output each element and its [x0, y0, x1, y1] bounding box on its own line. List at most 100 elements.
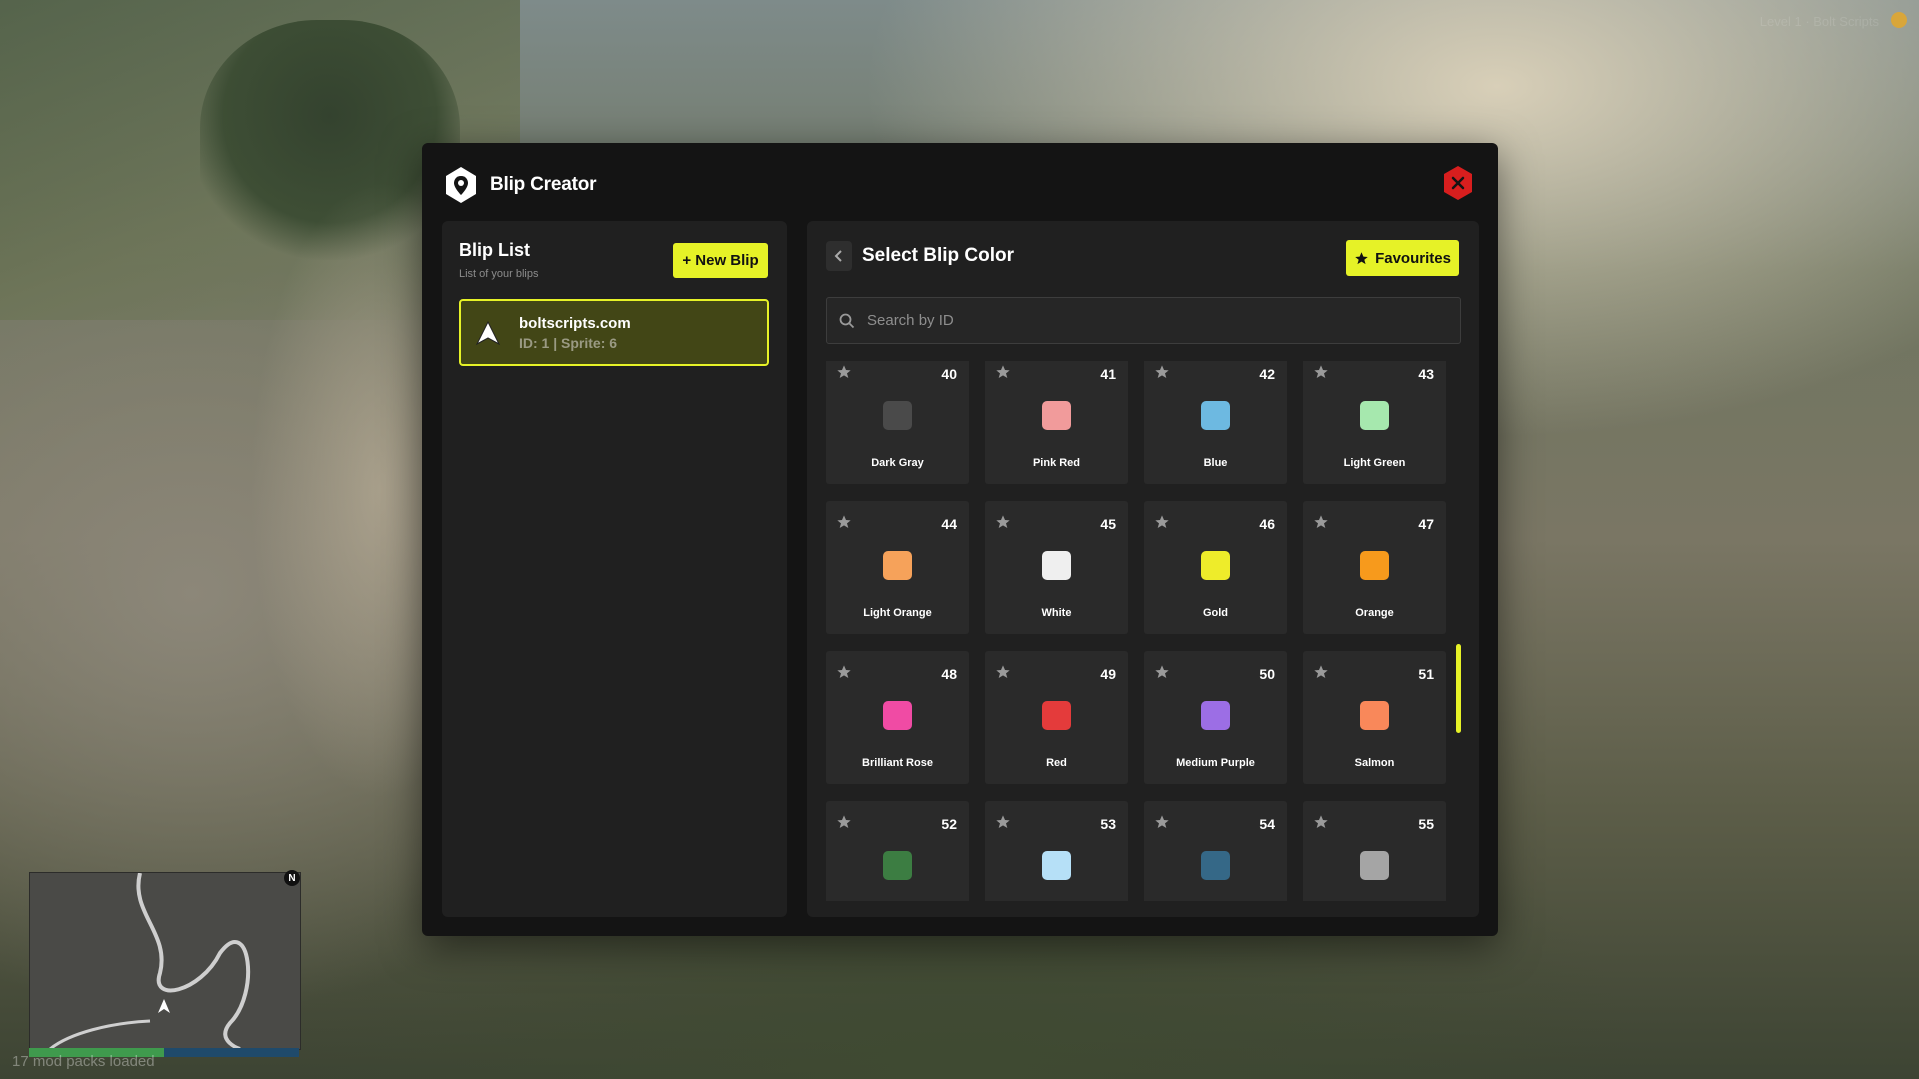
color-swatch [1360, 701, 1389, 730]
close-button[interactable] [1442, 165, 1474, 201]
color-id: 42 [1259, 366, 1275, 382]
new-blip-button[interactable]: + New Blip [673, 243, 768, 278]
color-picker-panel: Select Blip Color Favourites 40 Dark Gray… [807, 221, 1479, 917]
map-pin-logo-icon [446, 167, 476, 203]
minimap [29, 872, 301, 1050]
color-card[interactable]: 50 Medium Purple [1144, 651, 1287, 784]
color-id: 54 [1259, 816, 1275, 832]
color-card[interactable]: 47 Orange [1303, 501, 1446, 634]
favourite-star-icon[interactable] [995, 664, 1011, 680]
color-name: Red [1046, 757, 1067, 769]
color-card[interactable]: 42 Blue [1144, 361, 1287, 484]
color-id: 52 [941, 816, 957, 832]
star-icon [1355, 251, 1368, 264]
color-swatch [883, 851, 912, 880]
favourite-star-icon[interactable] [836, 514, 852, 530]
compass-north-icon: N [284, 870, 300, 886]
blip-meta: ID: 1 | Sprite: 6 [519, 334, 618, 351]
blip-list-title: Blip List [459, 240, 530, 260]
color-name: Dark Gray [871, 457, 924, 469]
favourite-star-icon[interactable] [995, 814, 1011, 830]
color-grid-inner: 40 Dark Gray 41 Pink Red 42 Blue 43 Light Green… [826, 361, 1446, 901]
favourite-star-icon[interactable] [1154, 364, 1170, 380]
scrollbar-thumb[interactable] [1456, 644, 1461, 733]
color-swatch [1201, 851, 1230, 880]
close-icon [1444, 166, 1472, 200]
color-swatch [1201, 701, 1230, 730]
color-id: 41 [1100, 366, 1116, 382]
color-swatch [883, 701, 912, 730]
color-id: 47 [1418, 516, 1434, 532]
color-swatch [1042, 551, 1071, 580]
color-id: 55 [1418, 816, 1434, 832]
color-id: 48 [941, 666, 957, 682]
color-card[interactable]: 45 White [985, 501, 1128, 634]
color-id: 45 [1100, 516, 1116, 532]
color-swatch [1360, 401, 1389, 430]
app-title: Blip Creator [490, 174, 597, 195]
color-picker-title: Select Blip Color [862, 245, 1015, 266]
favourite-star-icon[interactable] [1154, 664, 1170, 680]
favourite-star-icon[interactable] [836, 364, 852, 380]
blip-creator-window: Blip Creator Blip List List of your blip… [422, 143, 1498, 936]
color-swatch [1360, 851, 1389, 880]
color-name: Pink Red [1032, 457, 1081, 469]
blip-list-panel: Blip List List of your blips + New Blip … [442, 221, 787, 917]
color-name: Gold [1202, 607, 1229, 619]
search-field[interactable] [826, 297, 1461, 344]
color-id: 44 [941, 516, 957, 532]
color-card[interactable]: 51 Salmon [1303, 651, 1446, 784]
color-card[interactable]: 53 [985, 801, 1128, 901]
favourite-star-icon[interactable] [1313, 664, 1329, 680]
color-swatch [883, 551, 912, 580]
color-name: Light Orange [863, 607, 932, 619]
favourite-star-icon[interactable] [1154, 814, 1170, 830]
color-card[interactable]: 44 Light Orange [826, 501, 969, 634]
color-id: 43 [1418, 366, 1434, 382]
corner-status-icon [1891, 12, 1907, 28]
color-id: 46 [1259, 516, 1275, 532]
favourites-button[interactable]: Favourites [1346, 240, 1459, 276]
search-icon [839, 313, 855, 328]
favourite-star-icon[interactable] [836, 664, 852, 680]
color-swatch [1042, 851, 1071, 880]
color-card[interactable]: 48 Brilliant Rose [826, 651, 969, 784]
color-swatch [1042, 701, 1071, 730]
color-swatch [1201, 401, 1230, 430]
chevron-left-icon [834, 250, 842, 262]
color-card[interactable]: 49 Red [985, 651, 1128, 784]
favourite-star-icon[interactable] [1313, 514, 1329, 530]
color-name: Brilliant Rose [862, 757, 933, 769]
blip-list-subtitle: List of your blips [459, 268, 539, 280]
color-card[interactable]: 52 [826, 801, 969, 901]
color-swatch [883, 401, 912, 430]
search-input[interactable] [865, 311, 1449, 330]
favourite-star-icon[interactable] [1313, 364, 1329, 380]
color-card[interactable]: 43 Light Green [1303, 361, 1446, 484]
color-swatch [1201, 551, 1230, 580]
color-name: White [1041, 607, 1072, 619]
color-id: 53 [1100, 816, 1116, 832]
favourite-star-icon[interactable] [836, 814, 852, 830]
color-card[interactable]: 55 [1303, 801, 1446, 901]
color-name: Medium Purple [1176, 757, 1255, 769]
favourite-star-icon[interactable] [995, 364, 1011, 380]
color-card[interactable]: 54 [1144, 801, 1287, 901]
color-id: 49 [1100, 666, 1116, 682]
favourite-star-icon[interactable] [1313, 814, 1329, 830]
color-card[interactable]: 41 Pink Red [985, 361, 1128, 484]
back-button[interactable] [826, 241, 852, 271]
color-card[interactable]: 40 Dark Gray [826, 361, 969, 484]
color-card[interactable]: 46 Gold [1144, 501, 1287, 634]
favourite-star-icon[interactable] [995, 514, 1011, 530]
color-name: Blue [1203, 457, 1228, 469]
blip-name: boltscripts.com [519, 314, 631, 332]
color-id: 40 [941, 366, 957, 382]
favourite-star-icon[interactable] [1154, 514, 1170, 530]
favourites-label: Favourites [1375, 249, 1451, 267]
color-name: Orange [1355, 607, 1394, 619]
watermark: Level 1 · Bolt Scripts [1759, 14, 1879, 29]
mod-status-text: 17 mod packs loaded [12, 1053, 155, 1070]
blip-list-item[interactable]: boltscripts.com ID: 1 | Sprite: 6 [459, 299, 769, 366]
minimap-road-icon [49, 873, 251, 1049]
